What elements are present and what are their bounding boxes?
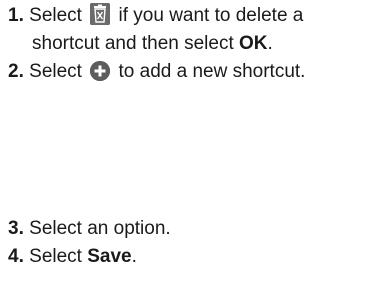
step-number: 1. (8, 5, 24, 26)
step-text: shortcut and then select (32, 33, 234, 54)
step-text: Select (29, 61, 82, 82)
step-text: Select (29, 5, 82, 26)
step-3: 3. Select an option. (8, 215, 375, 243)
step-text: Select an option. (29, 218, 171, 239)
step-4: 4. Select Save. (8, 243, 375, 271)
step-1: 1. Select if you want to delete a shortc… (8, 2, 375, 58)
step-text: Select (29, 246, 82, 267)
step-number: 4. (8, 246, 24, 267)
punctuation: . (131, 246, 137, 267)
trash-icon (90, 3, 111, 25)
step-number: 2. (8, 61, 24, 82)
step-continuation: shortcut and then select OK. (8, 30, 375, 58)
save-label: Save (87, 246, 132, 267)
step-text: to add a new shortcut. (118, 61, 306, 82)
step-number: 3. (8, 218, 24, 239)
add-circle-icon (90, 61, 111, 81)
step-text: if you want to delete a (118, 5, 304, 26)
step-2: 2. Select to add a new shortcut. (8, 58, 375, 86)
punctuation: . (267, 33, 273, 54)
ok-label: OK (239, 33, 268, 54)
